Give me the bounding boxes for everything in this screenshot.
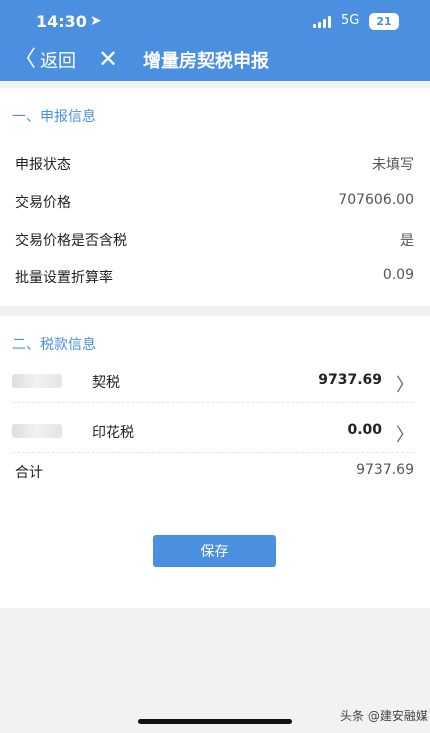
total-row: 合计 9737.69	[0, 458, 430, 488]
info-row-price: 交易价格 707606.00	[0, 186, 430, 216]
info-label: 交易价格是否含税	[15, 233, 127, 249]
info-row-status: 申报状态 未填写	[0, 148, 430, 178]
tax-row-deed[interactable]: 契税 9737.69 〉	[0, 364, 430, 404]
header-bar: 14:30 ➤ 5G 21 〈 返回 ✕ 增量房契税申报	[0, 0, 430, 81]
blurred-text	[12, 424, 62, 438]
home-indicator[interactable]	[138, 719, 292, 724]
tax-name: 契税	[92, 375, 120, 391]
total-label: 合计	[15, 465, 43, 481]
back-label: 返回	[40, 51, 77, 72]
info-row-tax-included[interactable]: 交易价格是否含税 是	[0, 224, 430, 254]
info-value: 是	[400, 233, 414, 249]
info-value: 未填写	[372, 157, 414, 173]
signal-icon	[313, 16, 335, 28]
section-title-tax: 二、税款信息	[12, 337, 96, 353]
tax-row-stamp[interactable]: 印花税 0.00 〉	[0, 414, 430, 454]
declaration-info-card: 一、申报信息 申报状态 未填写 交易价格 707606.00 交易价格是否含税 …	[0, 88, 430, 306]
location-arrow-icon: ➤	[90, 13, 102, 29]
chevron-right-icon: 〉	[396, 375, 414, 396]
network-type: 5G	[341, 13, 360, 28]
nav-bar: 〈 返回 ✕ 增量房契税申报	[0, 44, 430, 76]
info-label: 批量设置折算率	[15, 270, 113, 286]
info-row-conversion-rate[interactable]: 批量设置折算率 0.09	[0, 261, 430, 291]
info-label: 申报状态	[15, 157, 71, 173]
blurred-text	[12, 374, 62, 388]
tax-amount: 0.00	[347, 422, 382, 438]
divider	[12, 402, 414, 403]
status-time: 14:30	[36, 12, 87, 31]
total-value: 9737.69	[356, 462, 414, 478]
section-title-declaration: 一、申报信息	[12, 109, 96, 125]
status-bar: 14:30 ➤ 5G 21	[0, 10, 430, 34]
page-title: 增量房契税申报	[143, 51, 269, 72]
info-value: 707606.00	[338, 192, 414, 208]
save-button[interactable]: 保存	[153, 535, 276, 567]
tax-info-card: 二、税款信息 契税 9737.69 〉 印花税 0.00 〉 合计 9737.6…	[0, 316, 430, 608]
info-label: 交易价格	[15, 195, 71, 211]
info-value: 0.09	[382, 267, 414, 283]
close-icon[interactable]: ✕	[94, 44, 122, 74]
chevron-right-icon: 〉	[396, 425, 414, 446]
back-button[interactable]: 〈 返回	[14, 46, 76, 74]
tax-amount: 9737.69	[318, 372, 382, 388]
watermark-text: 头条 @建安融媒	[340, 709, 428, 723]
chevron-left-icon: 〈	[14, 47, 37, 72]
divider	[12, 452, 414, 453]
battery-icon: 21	[369, 13, 399, 30]
tax-name: 印花税	[92, 425, 134, 441]
